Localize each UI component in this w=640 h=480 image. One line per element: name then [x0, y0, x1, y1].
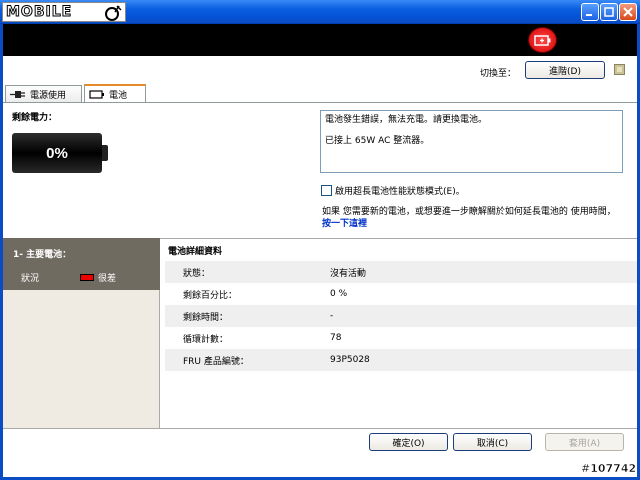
advanced-button[interactable]: 進階(D)	[525, 61, 605, 79]
ok-button[interactable]: 確定(O)	[369, 433, 448, 451]
detail-value: 93P5028	[330, 355, 370, 365]
plug-icon	[10, 90, 25, 98]
detail-key: FRU 產品編號：	[183, 356, 249, 367]
close-button[interactable]	[619, 3, 637, 21]
logo-symbol-icon	[105, 5, 122, 21]
detail-row-fru-part-number: FRU 產品編號： 93P5028	[165, 349, 637, 371]
primary-battery-title: 1- 主要電池：	[13, 250, 72, 260]
message-line-error: 電池發生錯誤，無法充電。請更換電池。	[325, 115, 488, 125]
detail-row-remaining-percent: 剩餘百分比： 0 %	[165, 283, 637, 305]
detail-key: 狀態：	[183, 268, 211, 279]
battery-alert-icon	[528, 27, 557, 53]
switch-to-label: 切換至：	[480, 69, 517, 79]
extended-life-label: 啟用超長電池性能狀態模式(E)。	[335, 187, 465, 197]
battery-details-title: 電池詳細資料	[168, 247, 223, 257]
detail-key: 剩餘百分比：	[183, 290, 238, 301]
remaining-power-label: 剩餘電力：	[12, 113, 58, 123]
info-sentence: 如果 您需要新的電池，或想要進一步瞭解關於如何延長電池的 使用時間，	[322, 207, 616, 217]
detail-key: 剩餘時間：	[183, 312, 229, 323]
minimize-icon	[586, 14, 592, 16]
detail-value: 78	[330, 333, 342, 343]
footer-divider	[3, 428, 637, 429]
close-icon	[623, 7, 633, 17]
click-here-link[interactable]: 按一下這裡	[322, 219, 367, 229]
maximize-icon	[604, 7, 614, 17]
watermark-text: #107742	[581, 462, 637, 476]
message-line-adapter: 已接上 65W AC 整流器。	[325, 136, 430, 146]
logo-text: MOBILE	[5, 4, 73, 21]
extended-life-option[interactable]: 啟用超長電池性能狀態模式(E)。	[321, 184, 465, 197]
tab-power-usage[interactable]: 電源使用	[5, 85, 82, 102]
minimize-button[interactable]	[581, 3, 599, 21]
extended-life-checkbox[interactable]	[321, 185, 332, 196]
battery-message-box: 電池發生錯誤，無法充電。請更換電池。 已接上 65W AC 整流器。	[320, 110, 623, 173]
bad-battery-icon	[80, 274, 94, 281]
maximize-button[interactable]	[600, 3, 618, 21]
detail-row-cycle-count: 循環計數： 78	[165, 327, 637, 349]
battery-condition-value: 很差	[80, 271, 116, 284]
tab-battery[interactable]: 電池	[84, 84, 146, 102]
detail-key: 循環計數：	[183, 334, 229, 345]
battery-condition-text: 很差	[98, 274, 117, 284]
tab-divider	[3, 102, 637, 103]
tab-battery-label: 電池	[109, 90, 128, 101]
tab-power-usage-label: 電源使用	[30, 90, 67, 101]
app-logo: MOBILE	[2, 2, 126, 22]
battery-terminal	[102, 145, 108, 161]
battery-condition-label: 狀況	[21, 274, 40, 284]
help-icon[interactable]	[614, 64, 625, 75]
detail-value: -	[330, 311, 334, 321]
battery-info-text: 如果 您需要新的電池，或想要進一步瞭解關於如何延長電池的 使用時間， 按一下這裡	[322, 206, 622, 230]
battery-icon	[89, 89, 104, 99]
cancel-button[interactable]: 取消(C)	[453, 433, 532, 451]
detail-row-remaining-time: 剩餘時間： -	[165, 305, 637, 327]
battery-level-display: 0%	[12, 133, 102, 173]
detail-value: 沒有活動	[330, 268, 367, 279]
battery-percent-text: 0%	[46, 144, 68, 162]
apply-button[interactable]: 套用(A)	[545, 433, 624, 451]
detail-value: 0 %	[330, 289, 348, 299]
detail-row-status: 狀態： 沒有活動	[165, 261, 637, 283]
